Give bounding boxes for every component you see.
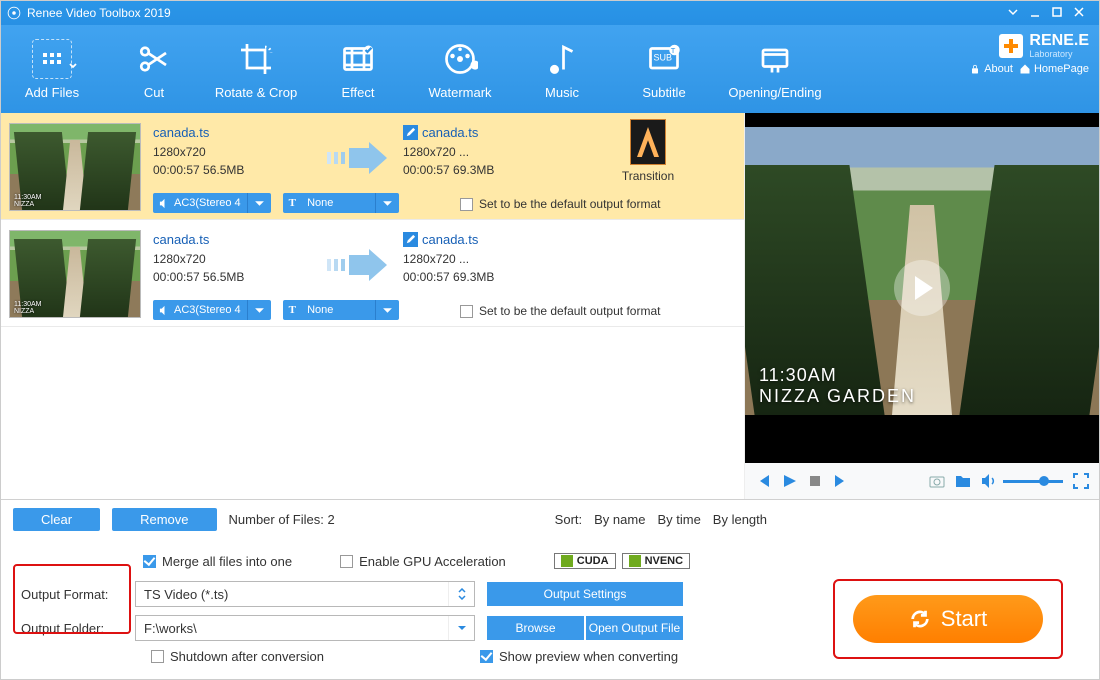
app-icon — [7, 6, 21, 20]
preview-panel: 11:30AM NIZZA GARDEN — [744, 113, 1099, 499]
cut-button[interactable]: Cut — [103, 25, 205, 113]
file-list: 11:30AMNIZZA canada.ts 1280x720 00:00:57… — [1, 113, 744, 499]
volume-icon[interactable] — [981, 473, 997, 489]
nvenc-badge: NVENC — [622, 553, 691, 569]
music-icon — [542, 39, 582, 79]
gpu-checkbox[interactable] — [340, 555, 353, 568]
prev-button[interactable] — [755, 473, 771, 489]
close-button[interactable] — [1071, 6, 1093, 21]
file-count: Number of Files: 2 — [229, 512, 335, 527]
output-format-select[interactable]: TS Video (*.ts) — [135, 581, 475, 607]
file-row[interactable]: 11:30AMNIZZA canada.ts 1280x720 00:00:57… — [1, 220, 744, 327]
merge-checkbox[interactable] — [143, 555, 156, 568]
thumbnail: 11:30AMNIZZA — [9, 230, 141, 318]
homepage-link[interactable]: HomePage — [1019, 63, 1089, 75]
play-overlay-button[interactable] — [894, 260, 950, 316]
effect-icon — [338, 39, 378, 79]
svg-text:SUB: SUB — [654, 52, 673, 62]
effect-button[interactable]: Effect — [307, 25, 409, 113]
crop-icon — [236, 39, 276, 79]
fullscreen-button[interactable] — [1073, 473, 1089, 489]
chevron-down-icon — [448, 616, 474, 640]
default-format-checkbox[interactable] — [460, 198, 473, 211]
text-dropdown[interactable]: T None — [283, 193, 399, 213]
about-link[interactable]: About — [969, 63, 1013, 75]
sort-by-name[interactable]: By name — [594, 512, 645, 527]
chevron-updown-icon — [448, 582, 474, 606]
thumbnail: 11:30AMNIZZA — [9, 123, 141, 211]
open-output-file-button[interactable]: Open Output File — [586, 616, 683, 640]
browse-button[interactable]: Browse — [487, 616, 584, 640]
volume-slider[interactable] — [1003, 480, 1063, 483]
play-button[interactable] — [781, 473, 797, 489]
output-folder-select[interactable]: F:\works\ — [135, 615, 475, 641]
rotate-crop-button[interactable]: Rotate & Crop — [205, 25, 307, 113]
dropdown-icon[interactable] — [1005, 6, 1027, 21]
subtitle-icon: SUBT — [644, 39, 684, 79]
remove-button[interactable]: Remove — [112, 508, 216, 531]
text-dropdown[interactable]: T None — [283, 300, 399, 320]
music-button[interactable]: Music — [511, 25, 613, 113]
open-folder-button[interactable] — [955, 473, 971, 489]
svg-text:T: T — [671, 46, 676, 55]
add-files-button[interactable]: Add Files — [1, 25, 103, 113]
subtitle-button[interactable]: SUBT Subtitle — [613, 25, 715, 113]
minimize-button[interactable] — [1027, 6, 1049, 21]
output-folder-label: Output Folder: — [13, 621, 123, 636]
cuda-badge: CUDA — [554, 553, 616, 569]
next-button[interactable] — [833, 473, 849, 489]
output-settings-button[interactable]: Output Settings — [487, 582, 683, 606]
clear-button[interactable]: Clear — [13, 508, 100, 531]
sort-by-time[interactable]: By time — [657, 512, 700, 527]
show-preview-checkbox[interactable] — [480, 650, 493, 663]
brand-logo: RENE.ELaboratory — [999, 33, 1089, 59]
add-files-icon — [32, 39, 72, 79]
start-button[interactable]: Start — [853, 595, 1043, 643]
highlight-frame: Start — [833, 579, 1063, 659]
audio-dropdown[interactable]: AC3(Stereo 4 — [153, 193, 271, 213]
output-format-label: Output Format: — [13, 587, 123, 602]
refresh-icon — [909, 608, 931, 630]
opening-ending-button[interactable]: Opening/Ending — [715, 25, 835, 113]
default-format-checkbox[interactable] — [460, 305, 473, 318]
edit-icon[interactable] — [403, 125, 418, 140]
sort-by-length[interactable]: By length — [713, 512, 767, 527]
audio-dropdown[interactable]: AC3(Stereo 4 — [153, 300, 271, 320]
edit-icon[interactable] — [403, 232, 418, 247]
shutdown-checkbox[interactable] — [151, 650, 164, 663]
watermark-button[interactable]: Watermark — [409, 25, 511, 113]
scissors-icon — [134, 39, 174, 79]
stop-button[interactable] — [807, 473, 823, 489]
slideshow-icon — [755, 39, 795, 79]
file-row[interactable]: 11:30AMNIZZA canada.ts 1280x720 00:00:57… — [1, 113, 744, 220]
watermark-icon — [440, 39, 480, 79]
app-title: Renee Video Toolbox 2019 — [27, 6, 171, 20]
maximize-button[interactable] — [1049, 6, 1071, 21]
snapshot-button[interactable] — [929, 473, 945, 489]
